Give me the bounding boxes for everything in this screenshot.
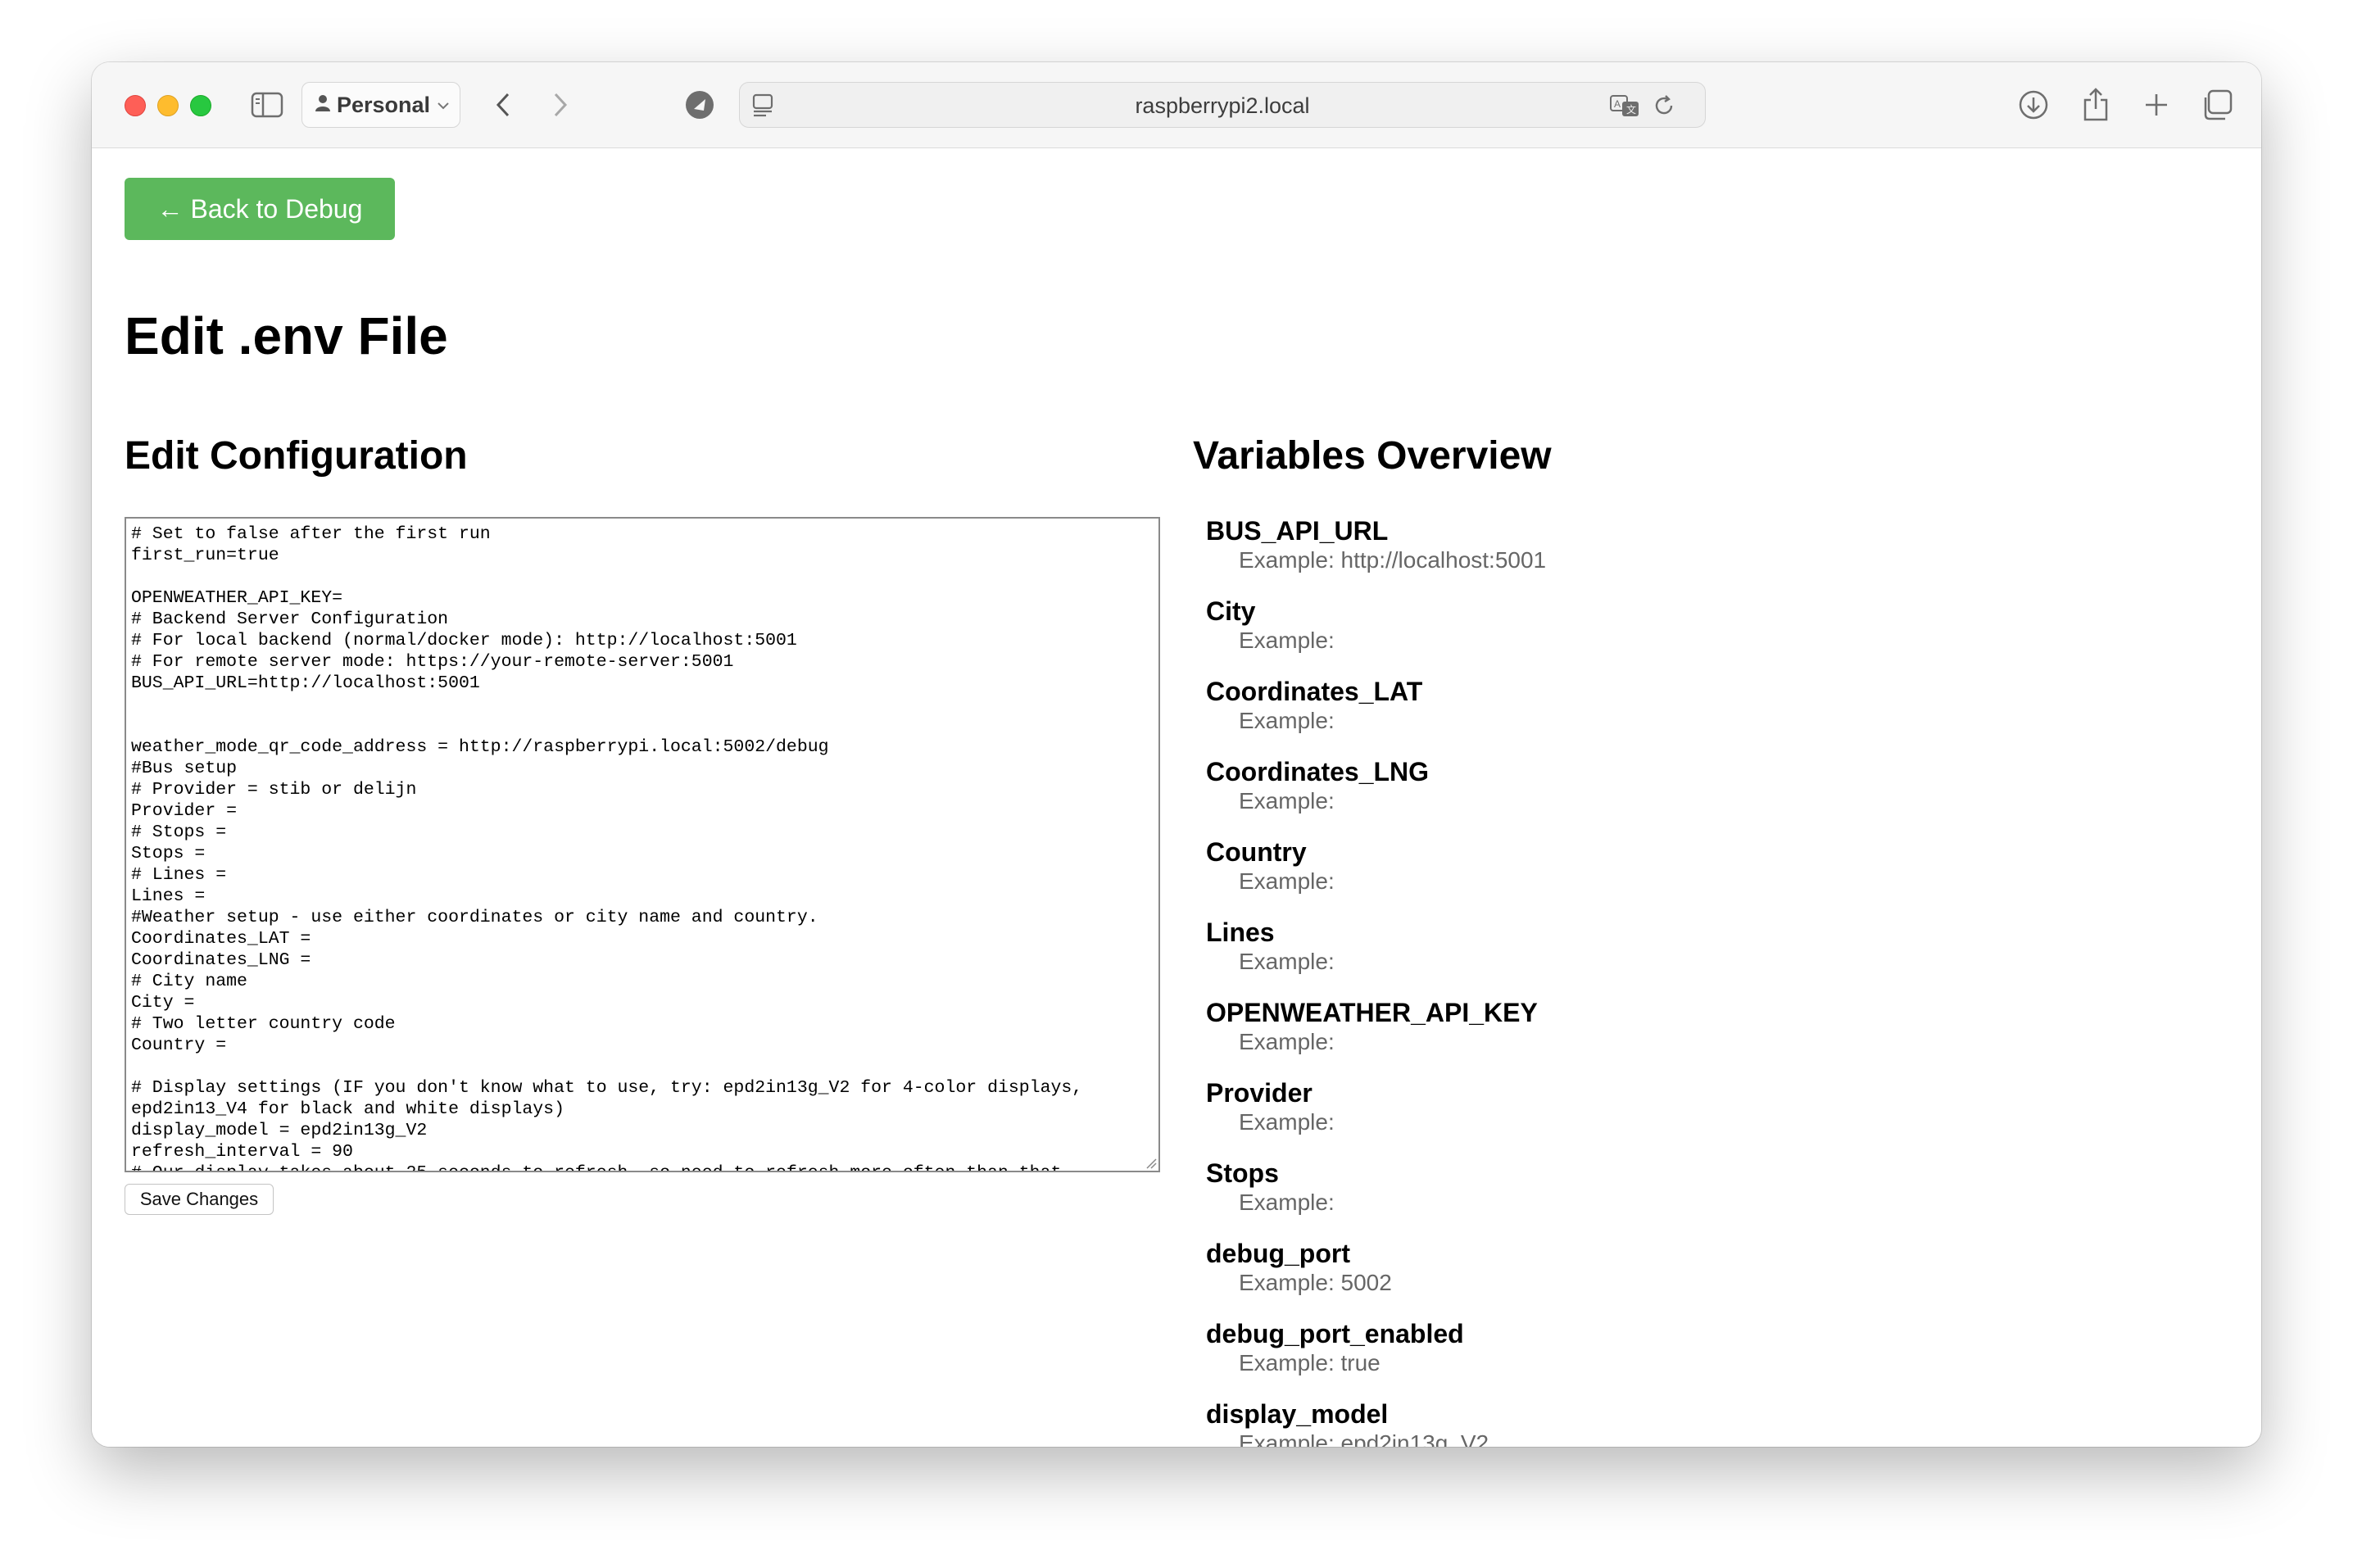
browser-toolbar: Personal raspberrypi2.local A 文 (92, 62, 2261, 148)
variable-example: Example: (1239, 1029, 1335, 1054)
variable-name: Country (1206, 837, 1307, 867)
variable-example: Example: epd2in13g_V2 (1239, 1430, 1489, 1447)
variable-name: Provider (1206, 1078, 1313, 1108)
variable-example: Example: http://localhost:5001 (1239, 547, 1547, 573)
variable-example: Example: 5002 (1239, 1270, 1392, 1295)
variable-name: Lines (1206, 918, 1275, 947)
variable-name: debug_port (1206, 1239, 1350, 1268)
edit-configuration-heading: Edit Configuration (125, 434, 468, 478)
back-arrow-icon[interactable] (487, 88, 519, 121)
page-title: Edit .env File (125, 306, 448, 365)
variable-item: Coordinates_LNG Example: (1206, 756, 2107, 836)
variable-item: Coordinates_LAT Example: (1206, 676, 2107, 756)
variable-name: Stops (1206, 1158, 1279, 1188)
variable-example: Example: (1239, 1190, 1335, 1215)
variables-overview-heading: Variables Overview (1193, 434, 1552, 478)
variable-item: Provider Example: (1206, 1077, 2107, 1158)
resize-handle-icon[interactable] (1144, 1156, 1157, 1169)
variable-example: Example: (1239, 1109, 1335, 1135)
variable-item: Lines Example: (1206, 917, 2107, 997)
variable-item: display_model Example: epd2in13g_V2 (1206, 1398, 2107, 1447)
back-to-debug-button[interactable]: ← Back to Debug (125, 178, 395, 240)
variable-name: Coordinates_LNG (1206, 757, 1430, 786)
minimize-window-button[interactable] (157, 95, 179, 116)
variable-item: Country Example: (1206, 836, 2107, 917)
share-icon[interactable] (2078, 85, 2114, 123)
page-content: ← Back to Debug Edit .env File Edit Conf… (92, 148, 2261, 1447)
address-bar[interactable]: raspberrypi2.local A文 (739, 82, 1706, 128)
profile-selector[interactable]: Personal (301, 82, 460, 128)
variable-example: Example: (1239, 628, 1335, 653)
browser-window: Personal raspberrypi2.local A 文 ← Back t… (92, 62, 2261, 1447)
variable-example: Example: (1239, 708, 1335, 733)
variable-item: debug_port Example: 5002 (1206, 1238, 2107, 1318)
translate-icon[interactable]: A文 (1608, 91, 1641, 120)
variable-name: BUS_API_URL (1206, 516, 1389, 546)
sidebar-icon[interactable] (249, 88, 285, 121)
variable-item: City Example: (1206, 596, 2107, 676)
variable-example: Example: (1239, 868, 1335, 894)
variable-name: debug_port_enabled (1206, 1319, 1464, 1348)
variable-name: City (1206, 596, 1256, 626)
close-window-button[interactable] (125, 95, 146, 116)
tabs-icon[interactable] (2199, 87, 2235, 123)
variable-item: debug_port_enabled Example: true (1206, 1318, 2107, 1398)
variable-name: display_model (1206, 1399, 1389, 1429)
url-text: raspberrypi2.local (1135, 93, 1310, 118)
variables-list: BUS_API_URL Example: http://localhost:50… (1206, 515, 2107, 1447)
zoom-window-button[interactable] (190, 95, 211, 116)
person-icon (315, 93, 330, 118)
svg-text:文: 文 (1626, 103, 1636, 116)
variable-item: Stops Example: (1206, 1158, 2107, 1238)
variable-example: Example: (1239, 788, 1335, 813)
variable-item: OPENWEATHER_API_KEY Example: (1206, 997, 2107, 1077)
forward-arrow-icon[interactable] (544, 88, 577, 121)
env-editor-textarea[interactable]: # Set to false after the first run first… (125, 517, 1160, 1172)
download-icon[interactable] (2015, 87, 2052, 123)
screen: Personal raspberrypi2.local A 文 ← Back t… (0, 0, 2353, 1568)
chevron-down-icon (437, 96, 450, 115)
variable-item: BUS_API_URL Example: http://localhost:50… (1206, 515, 2107, 596)
shield-icon[interactable] (683, 88, 716, 121)
svg-text:A: A (1614, 98, 1621, 110)
variable-name: Coordinates_LAT (1206, 677, 1423, 706)
save-changes-button[interactable]: Save Changes (125, 1184, 274, 1215)
variable-name: OPENWEATHER_API_KEY (1206, 998, 1538, 1027)
profile-label: Personal (337, 92, 431, 117)
variable-example: Example: true (1239, 1350, 1381, 1375)
plus-icon[interactable] (2138, 87, 2174, 123)
reload-icon[interactable] (1649, 91, 1679, 120)
variable-example: Example: (1239, 949, 1335, 974)
env-editor-content[interactable]: # Set to false after the first run first… (126, 519, 1158, 1171)
